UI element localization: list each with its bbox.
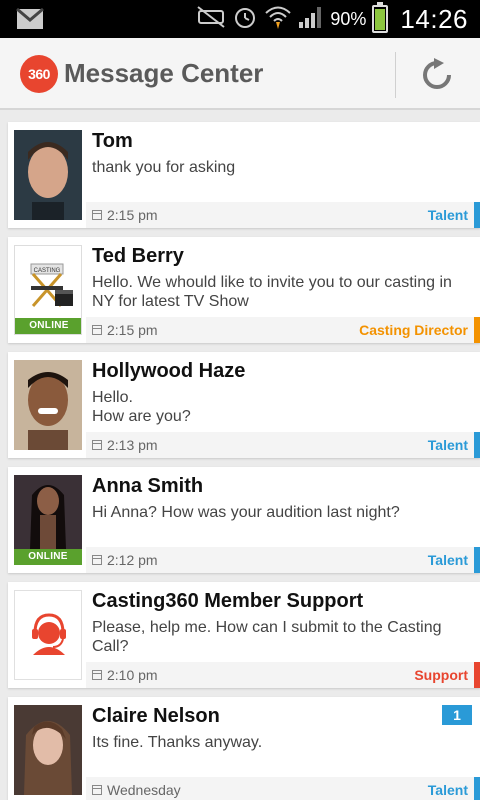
- role-indicator: [474, 547, 480, 573]
- role-label: Support: [414, 667, 468, 683]
- clock: 14:26: [400, 3, 468, 34]
- refresh-icon: [423, 58, 451, 89]
- role-label: Talent: [427, 437, 468, 453]
- avatar: [14, 360, 82, 450]
- role-label: Casting Director: [359, 322, 468, 338]
- wifi-icon: [264, 4, 292, 35]
- message-text: Hello. How are you?: [92, 389, 191, 425]
- calendar-icon: [92, 325, 102, 335]
- message-text: Hello. We whould like to invite you to o…: [92, 274, 452, 310]
- avatar: CASTING ONLINE: [14, 245, 82, 335]
- status-bar: 90% 14:26: [0, 0, 480, 38]
- message-text: thank you for asking: [92, 159, 236, 176]
- message-footer: 2:13 pm Talent: [86, 432, 480, 458]
- app-header: 360 Message Center: [0, 38, 480, 110]
- app-logo[interactable]: 360: [20, 55, 58, 93]
- sender-name: Casting360 Member Support: [92, 590, 364, 612]
- message-item[interactable]: Casting360 Member Support Please, help m…: [8, 582, 480, 688]
- support-agent-icon: [15, 591, 81, 679]
- message-text: Its fine. Thanks anyway.: [92, 734, 263, 751]
- avatar: [14, 590, 82, 680]
- calendar-icon: [92, 440, 102, 450]
- message-item[interactable]: ONLINE Anna Smith Hi Anna? How was your …: [8, 467, 480, 573]
- message-time: 2:15 pm: [107, 207, 158, 223]
- online-badge: ONLINE: [15, 318, 81, 334]
- page-title: Message Center: [64, 58, 264, 88]
- role-label: Talent: [427, 207, 468, 223]
- message-time: Wednesday: [107, 782, 181, 798]
- message-time: 2:12 pm: [107, 552, 158, 568]
- sender-name: Anna Smith: [92, 475, 204, 497]
- message-time: 2:13 pm: [107, 437, 158, 453]
- message-text: Please, help me. How can I submit to the…: [92, 619, 442, 655]
- role-indicator: [474, 777, 480, 800]
- sender-name: Tom: [92, 130, 133, 152]
- mute-icon: [196, 5, 226, 34]
- message-text: Hi Anna? How was your audition last nigh…: [92, 504, 400, 521]
- battery-percent: 90%: [330, 8, 367, 29]
- message-item[interactable]: Tom thank you for asking 2:15 pm Talent: [8, 122, 480, 228]
- alarm-icon: [232, 4, 258, 35]
- role-indicator: [474, 202, 480, 228]
- avatar: [14, 705, 82, 795]
- role-indicator: [474, 662, 480, 688]
- message-item[interactable]: Claire Nelson 1 Its fine. Thanks anyway.…: [8, 697, 480, 800]
- sender-name: Claire Nelson: [92, 705, 220, 727]
- header-divider: [395, 52, 396, 98]
- message-item[interactable]: Hollywood Haze Hello. How are you? 2:13 …: [8, 352, 480, 458]
- avatar: [14, 130, 82, 220]
- battery-icon: [372, 2, 389, 33]
- role-indicator: [474, 432, 480, 458]
- message-footer: 2:10 pm Support: [86, 662, 480, 688]
- message-footer: 2:15 pm Talent: [86, 202, 480, 228]
- sender-name: Hollywood Haze: [92, 360, 246, 382]
- message-item[interactable]: CASTING ONLINE Ted Berry Hello. We whoul…: [8, 237, 480, 343]
- calendar-icon: [92, 670, 102, 680]
- message-footer: Wednesday Talent: [86, 777, 480, 800]
- message-footer: 2:12 pm Talent: [86, 547, 480, 573]
- signal-icon: [298, 5, 324, 34]
- message-time: 2:15 pm: [107, 322, 158, 338]
- calendar-icon: [92, 210, 102, 220]
- avatar: ONLINE: [14, 475, 82, 565]
- svg-text:CASTING: CASTING: [34, 268, 61, 274]
- online-badge: ONLINE: [14, 549, 82, 565]
- sender-name: Ted Berry: [92, 245, 184, 267]
- calendar-icon: [92, 785, 102, 795]
- role-indicator: [474, 317, 480, 343]
- role-label: Talent: [427, 552, 468, 568]
- calendar-icon: [92, 555, 102, 565]
- role-label: Talent: [427, 782, 468, 798]
- unread-count-badge: 1: [442, 705, 472, 725]
- gmail-icon: [16, 7, 44, 35]
- message-time: 2:10 pm: [107, 667, 158, 683]
- message-footer: 2:15 pm Casting Director: [86, 317, 480, 343]
- refresh-button[interactable]: [417, 55, 457, 95]
- message-list[interactable]: Tom thank you for asking 2:15 pm Talent …: [0, 110, 480, 800]
